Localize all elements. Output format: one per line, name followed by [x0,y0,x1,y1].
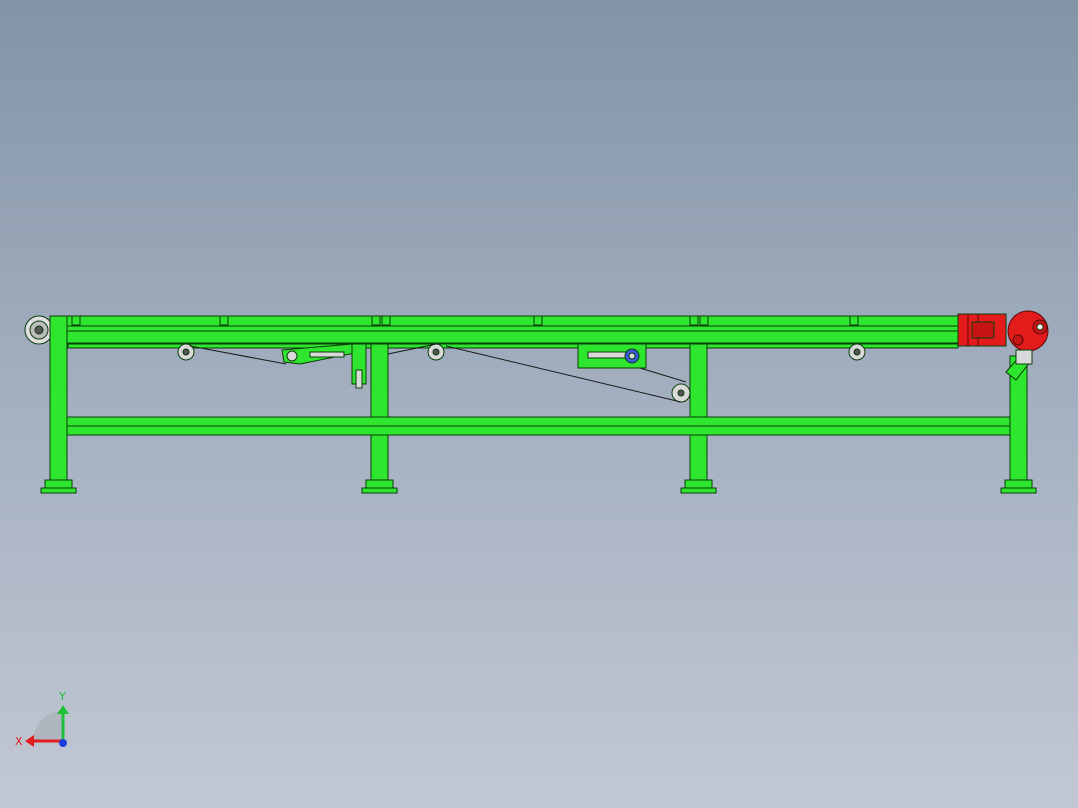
triad-plane-quadrant [33,711,63,741]
leg-2 [370,343,389,481]
take-up-unit-1[interactable] [281,343,367,389]
tail-pulley[interactable] [24,315,54,345]
take-up-unit-2[interactable] [577,343,647,369]
cad-viewport[interactable]: Y X [0,0,1078,808]
return-rollers[interactable] [177,343,866,403]
leveling-feet[interactable] [40,479,1037,494]
belt-conveyor-model[interactable] [24,310,1049,494]
conveyor-side-frame[interactable] [49,325,959,345]
y-axis-label: Y [58,690,66,703]
conveyor-model-view[interactable]: Y X [0,0,1078,808]
x-axis-label: X [15,735,23,748]
coordinate-triad: Y X [15,690,69,748]
drive-motor[interactable] [957,310,1049,352]
z-axis-dot [59,739,67,747]
frame-lower-flange [67,343,959,349]
leg-3 [689,343,708,481]
conveyor-belt-top[interactable] [49,315,959,327]
leg-1 [49,315,68,481]
